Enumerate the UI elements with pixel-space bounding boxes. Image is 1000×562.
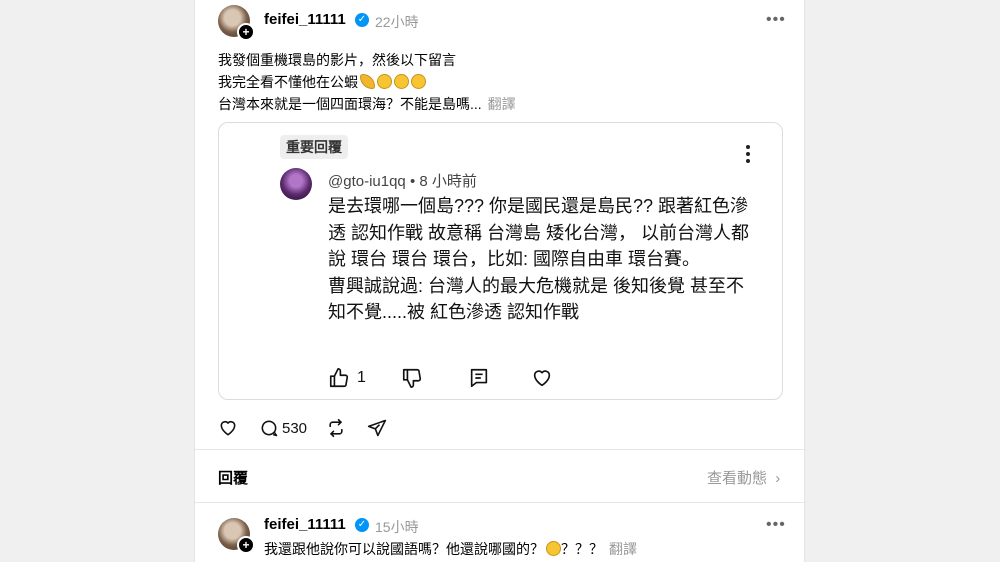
important-reply-badge: 重要回覆 <box>280 135 348 159</box>
view-activity-link[interactable]: 查看動態 › <box>707 467 780 488</box>
reply-body: 我還跟他說你可以說國語嗎？他還說哪國的？ ？？？ 翻譯 <box>264 538 784 560</box>
rofl-emoji-icon <box>411 74 426 89</box>
reply-text: 我還跟他說你可以說國語嗎？他還說哪國的？ <box>264 541 544 557</box>
rofl-emoji-icon <box>377 74 392 89</box>
comment-box-icon <box>470 368 488 388</box>
comment-bubble-icon <box>261 420 278 437</box>
comment-button[interactable]: 530 <box>259 418 307 438</box>
reply-comment-button[interactable] <box>468 367 490 389</box>
like-button[interactable] <box>218 418 238 438</box>
comment-count: 530 <box>282 419 308 437</box>
quoted-reply-card[interactable]: 重要回覆 @gto-iu1qq • 8 小時前 是去環哪一個島??? 你是國民還… <box>218 122 783 400</box>
post-text-line: 台灣本來就是一個四面環海？不能是島嗎... <box>218 96 482 112</box>
quoted-time: 8 小時前 <box>419 173 477 190</box>
replies-label: 回覆 <box>218 470 249 487</box>
taco-emoji-icon <box>360 74 375 89</box>
verified-badge-icon: ✓ <box>355 13 369 27</box>
quoted-user-avatar <box>280 168 312 200</box>
rofl-emoji-icon <box>546 541 561 556</box>
quoted-paragraph: 曹興誠說過: 台灣人的最大危機就是 後知後覺 甚至不知不覺.....被 紅色滲透… <box>328 275 745 323</box>
like-count: 1 <box>357 369 366 386</box>
heart-button[interactable] <box>531 367 553 389</box>
view-activity-label: 查看動態 <box>707 470 768 487</box>
reply-text-tail: ？？？ <box>561 541 603 557</box>
verified-badge-icon: ✓ <box>355 518 369 532</box>
thumbs-down-icon <box>402 368 422 388</box>
thumbs-up-button[interactable]: 1 <box>328 367 366 389</box>
follow-plus-icon[interactable]: + <box>237 23 255 41</box>
post-more-icon[interactable]: ••• <box>766 11 786 29</box>
heart-icon <box>533 370 551 387</box>
post-time[interactable]: 22小時 <box>375 12 419 32</box>
repost-button[interactable] <box>326 418 346 438</box>
reply-time[interactable]: 15小時 <box>375 517 419 537</box>
share-button[interactable] <box>367 418 387 438</box>
feed-column: + feifei_11111 ✓ 22小時 ••• 我發個重機環島的影片，然後以… <box>194 0 806 562</box>
follow-plus-icon[interactable]: + <box>237 536 255 554</box>
thumbs-up-icon <box>329 368 349 388</box>
post-text-line: 我完全看不懂他在公蝦 <box>218 74 358 90</box>
card-more-icon[interactable] <box>746 145 750 166</box>
rofl-emoji-icon <box>394 74 409 89</box>
repost-icon <box>329 418 343 438</box>
quoted-reply-text: 是去環哪一個島??? 你是國民還是島民?? 跟著紅色滲透 認知作戰 故意稱 台灣… <box>328 193 758 326</box>
divider <box>195 502 806 503</box>
quoted-username: @gto-iu1qq <box>328 173 406 190</box>
post-author-username[interactable]: feifei_11111 <box>264 11 346 28</box>
quoted-paragraph: 是去環哪一個島??? 你是國民還是島民?? 跟著紅色滲透 認知作戰 故意稱 台灣… <box>328 196 750 269</box>
quoted-reply-meta: @gto-iu1qq • 8 小時前 <box>328 173 477 190</box>
reply-more-icon[interactable]: ••• <box>766 516 786 534</box>
translate-link[interactable]: 翻譯 <box>609 541 637 557</box>
divider <box>195 449 806 450</box>
heart-icon <box>220 420 236 436</box>
thumbs-down-button[interactable] <box>401 367 423 389</box>
translate-link[interactable]: 翻譯 <box>488 96 516 112</box>
post-text-line: 我發個重機環島的影片，然後以下留言 <box>218 52 456 68</box>
post-body: 我發個重機環島的影片，然後以下留言 我完全看不懂他在公蝦 台灣本來就是一個四面環… <box>218 49 778 115</box>
chevron-right-icon: › <box>775 470 781 487</box>
reply-author-username[interactable]: feifei_11111 <box>264 516 346 533</box>
send-icon <box>367 419 387 437</box>
